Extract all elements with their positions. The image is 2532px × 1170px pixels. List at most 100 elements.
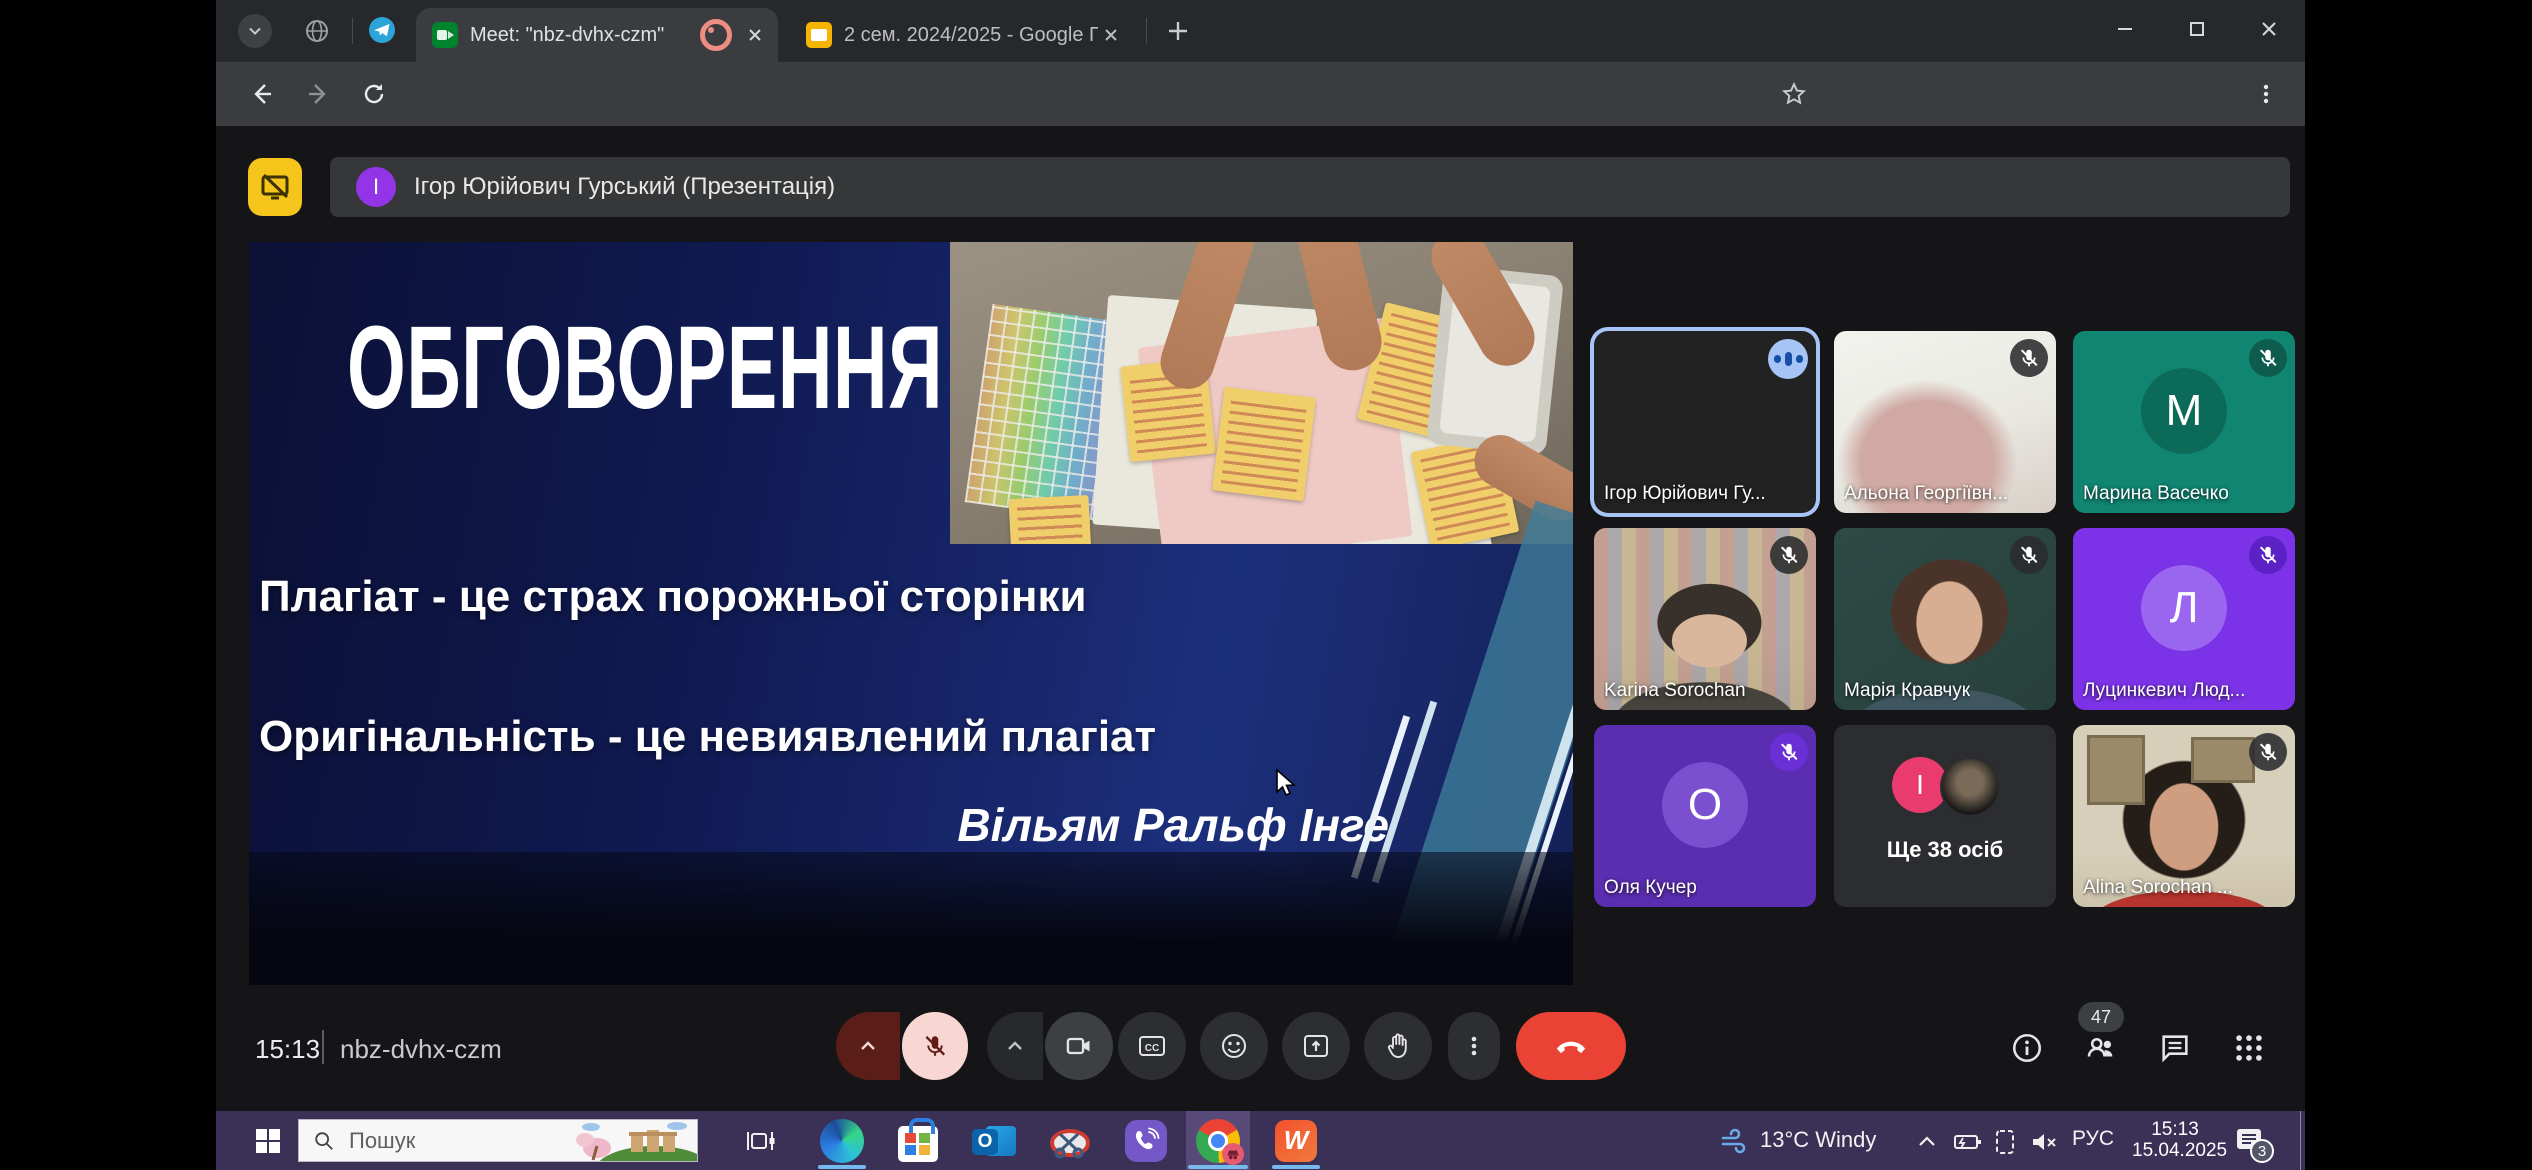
captions-button[interactable]: CC bbox=[1118, 1012, 1186, 1080]
volume-muted-icon[interactable] bbox=[2030, 1130, 2058, 1159]
close-icon bbox=[1103, 27, 1119, 43]
activities-button[interactable] bbox=[2232, 1031, 2266, 1070]
slide-title: ОБГОВОРЕННЯ bbox=[347, 300, 943, 436]
phone-link-icon[interactable] bbox=[1994, 1129, 2016, 1160]
microsoft-store-icon bbox=[898, 1126, 938, 1162]
weather-label[interactable]: 13°C Windy bbox=[1760, 1127, 1876, 1153]
show-participants-button[interactable] bbox=[2084, 1031, 2118, 1070]
mic-toggle-button[interactable] bbox=[902, 1012, 968, 1080]
overflow-avatar-photo bbox=[1940, 757, 2000, 817]
participant-count-badge: 47 bbox=[2078, 1002, 2124, 1032]
meeting-details-button[interactable] bbox=[2010, 1031, 2044, 1070]
tab-close-button[interactable] bbox=[742, 22, 768, 48]
presenter-banner: І Ігор Юрійович Гурський (Презентація) bbox=[330, 157, 2290, 217]
browser-menu-button[interactable] bbox=[2248, 76, 2284, 112]
show-desktop-button[interactable] bbox=[2300, 1111, 2305, 1170]
tab-close-button[interactable] bbox=[1098, 22, 1124, 48]
participant-tile-karina[interactable]: Karina Sorochan bbox=[1594, 528, 1816, 710]
browser-tab-strip: Meet: "nbz-dvhx-czm" 2 сем. 2024/2025 - … bbox=[216, 0, 2305, 62]
window-minimize-button[interactable] bbox=[2096, 6, 2154, 52]
clock-date: 15.04.2025 bbox=[2132, 1140, 2218, 1161]
mic-off-icon bbox=[2249, 733, 2287, 771]
chevron-up-icon bbox=[1005, 1036, 1025, 1056]
more-options-button[interactable] bbox=[1448, 1012, 1500, 1080]
reactions-button[interactable] bbox=[1200, 1012, 1268, 1080]
hand-icon bbox=[1383, 1031, 1413, 1061]
participant-tile-maryna[interactable]: М Марина Васечко bbox=[2073, 331, 2295, 513]
stop-presenting-button[interactable] bbox=[248, 158, 302, 216]
tab-meet[interactable]: Meet: "nbz-dvhx-czm" bbox=[416, 8, 778, 62]
slide-photo-collage bbox=[950, 242, 1573, 544]
star-icon bbox=[1781, 81, 1807, 107]
tab-slides[interactable]: 2 сем. 2024/2025 - Google Пре bbox=[790, 8, 1134, 62]
mic-off-icon bbox=[922, 1033, 948, 1059]
back-button[interactable] bbox=[244, 76, 280, 112]
taskbar-edge[interactable] bbox=[812, 1111, 872, 1170]
participant-tile-alona[interactable]: Альона Георгіївн... bbox=[1834, 331, 2056, 513]
tab-title: 2 сем. 2024/2025 - Google Пре bbox=[844, 24, 1098, 47]
svg-text:CC: CC bbox=[1145, 1043, 1159, 1054]
task-view-button[interactable] bbox=[732, 1111, 788, 1170]
present-screen-button[interactable] bbox=[1282, 1012, 1350, 1080]
forward-button[interactable] bbox=[300, 76, 336, 112]
taskbar-clock[interactable]: 15:13 15.04.2025 bbox=[2132, 1119, 2218, 1161]
raise-hand-button[interactable] bbox=[1364, 1012, 1432, 1080]
taskbar-store[interactable] bbox=[888, 1111, 948, 1170]
taskbar-snipping-tool[interactable] bbox=[1040, 1111, 1100, 1170]
mic-off-icon bbox=[1770, 536, 1808, 574]
participant-name: Альона Георгіївн... bbox=[1844, 483, 2008, 505]
participant-avatar: М bbox=[2141, 368, 2227, 454]
battery-icon[interactable] bbox=[1954, 1131, 1982, 1158]
info-icon bbox=[2010, 1031, 2044, 1065]
meeting-time: 15:13 bbox=[255, 1034, 320, 1065]
chrome-incognito-icon bbox=[1196, 1119, 1240, 1163]
chat-button[interactable] bbox=[2158, 1031, 2192, 1070]
taskbar-outlook[interactable]: O bbox=[964, 1111, 1024, 1170]
participant-name: Марина Васечко bbox=[2083, 483, 2229, 505]
snipping-tool-icon bbox=[1048, 1119, 1092, 1163]
screen-area: Meet: "nbz-dvhx-czm" 2 сем. 2024/2025 - … bbox=[216, 0, 2305, 1170]
present-icon bbox=[1301, 1031, 1331, 1061]
start-button[interactable] bbox=[240, 1111, 296, 1170]
notification-center-button[interactable]: 3 bbox=[2234, 1125, 2264, 1160]
more-participants-label: Ще 38 осіб bbox=[1834, 837, 2056, 863]
reload-button[interactable] bbox=[356, 76, 392, 112]
new-tab-button[interactable] bbox=[1164, 17, 1192, 50]
presenter-avatar: І bbox=[356, 167, 396, 207]
apps-grid-icon bbox=[2232, 1031, 2266, 1065]
wps-icon: W bbox=[1275, 1120, 1317, 1162]
close-icon bbox=[2259, 19, 2279, 39]
taskbar-wps[interactable]: W bbox=[1266, 1111, 1326, 1170]
participant-tile-mariia[interactable]: Марія Кравчук bbox=[1834, 528, 2056, 710]
meet-favicon-icon bbox=[432, 22, 458, 48]
window-maximize-button[interactable] bbox=[2168, 6, 2226, 52]
end-call-button[interactable] bbox=[1516, 1012, 1626, 1080]
language-indicator[interactable]: РУС bbox=[2072, 1127, 2114, 1151]
presenter-banner-label: Ігор Юрійович Гурський (Презентація) bbox=[414, 173, 835, 201]
presentation-off-icon bbox=[258, 170, 292, 204]
taskbar-chrome-active[interactable] bbox=[1186, 1111, 1250, 1170]
more-participants-tile[interactable]: І Ще 38 осіб bbox=[1834, 725, 2056, 907]
pinned-tab-globe[interactable] bbox=[304, 18, 330, 49]
participant-tile-alina[interactable]: Alina Sorochan ... bbox=[2073, 725, 2295, 907]
minimize-icon bbox=[2115, 19, 2135, 39]
chevron-up-icon bbox=[858, 1036, 878, 1056]
slide-text-line2: Оригінальність - це невиявлений плагіат bbox=[259, 712, 1156, 762]
participant-name: Ігор Юрійович Гу... bbox=[1604, 483, 1766, 505]
participant-name: Karina Sorochan bbox=[1604, 680, 1746, 702]
camera-toggle-button[interactable] bbox=[1045, 1012, 1113, 1080]
window-close-button[interactable] bbox=[2240, 6, 2298, 52]
participant-tile-igor[interactable]: Ігор Юрійович Гу... bbox=[1594, 331, 1816, 513]
mic-options-button[interactable] bbox=[836, 1012, 900, 1080]
tab-search-button[interactable] bbox=[238, 14, 272, 48]
pinned-tab-telegram[interactable] bbox=[368, 16, 396, 49]
tab-separator bbox=[1146, 18, 1147, 44]
taskbar-search[interactable]: Пошук bbox=[298, 1119, 698, 1162]
participant-tile-lutsynkevych[interactable]: Л Луцинкевич Люд... bbox=[2073, 528, 2295, 710]
speaking-indicator-icon bbox=[1768, 339, 1808, 379]
participant-tile-olya[interactable]: О Оля Кучер bbox=[1594, 725, 1816, 907]
bookmark-star-button[interactable] bbox=[1776, 76, 1812, 112]
call-end-icon bbox=[1554, 1029, 1588, 1063]
tray-expand-button[interactable] bbox=[1916, 1131, 1938, 1158]
taskbar-viber[interactable] bbox=[1116, 1111, 1176, 1170]
